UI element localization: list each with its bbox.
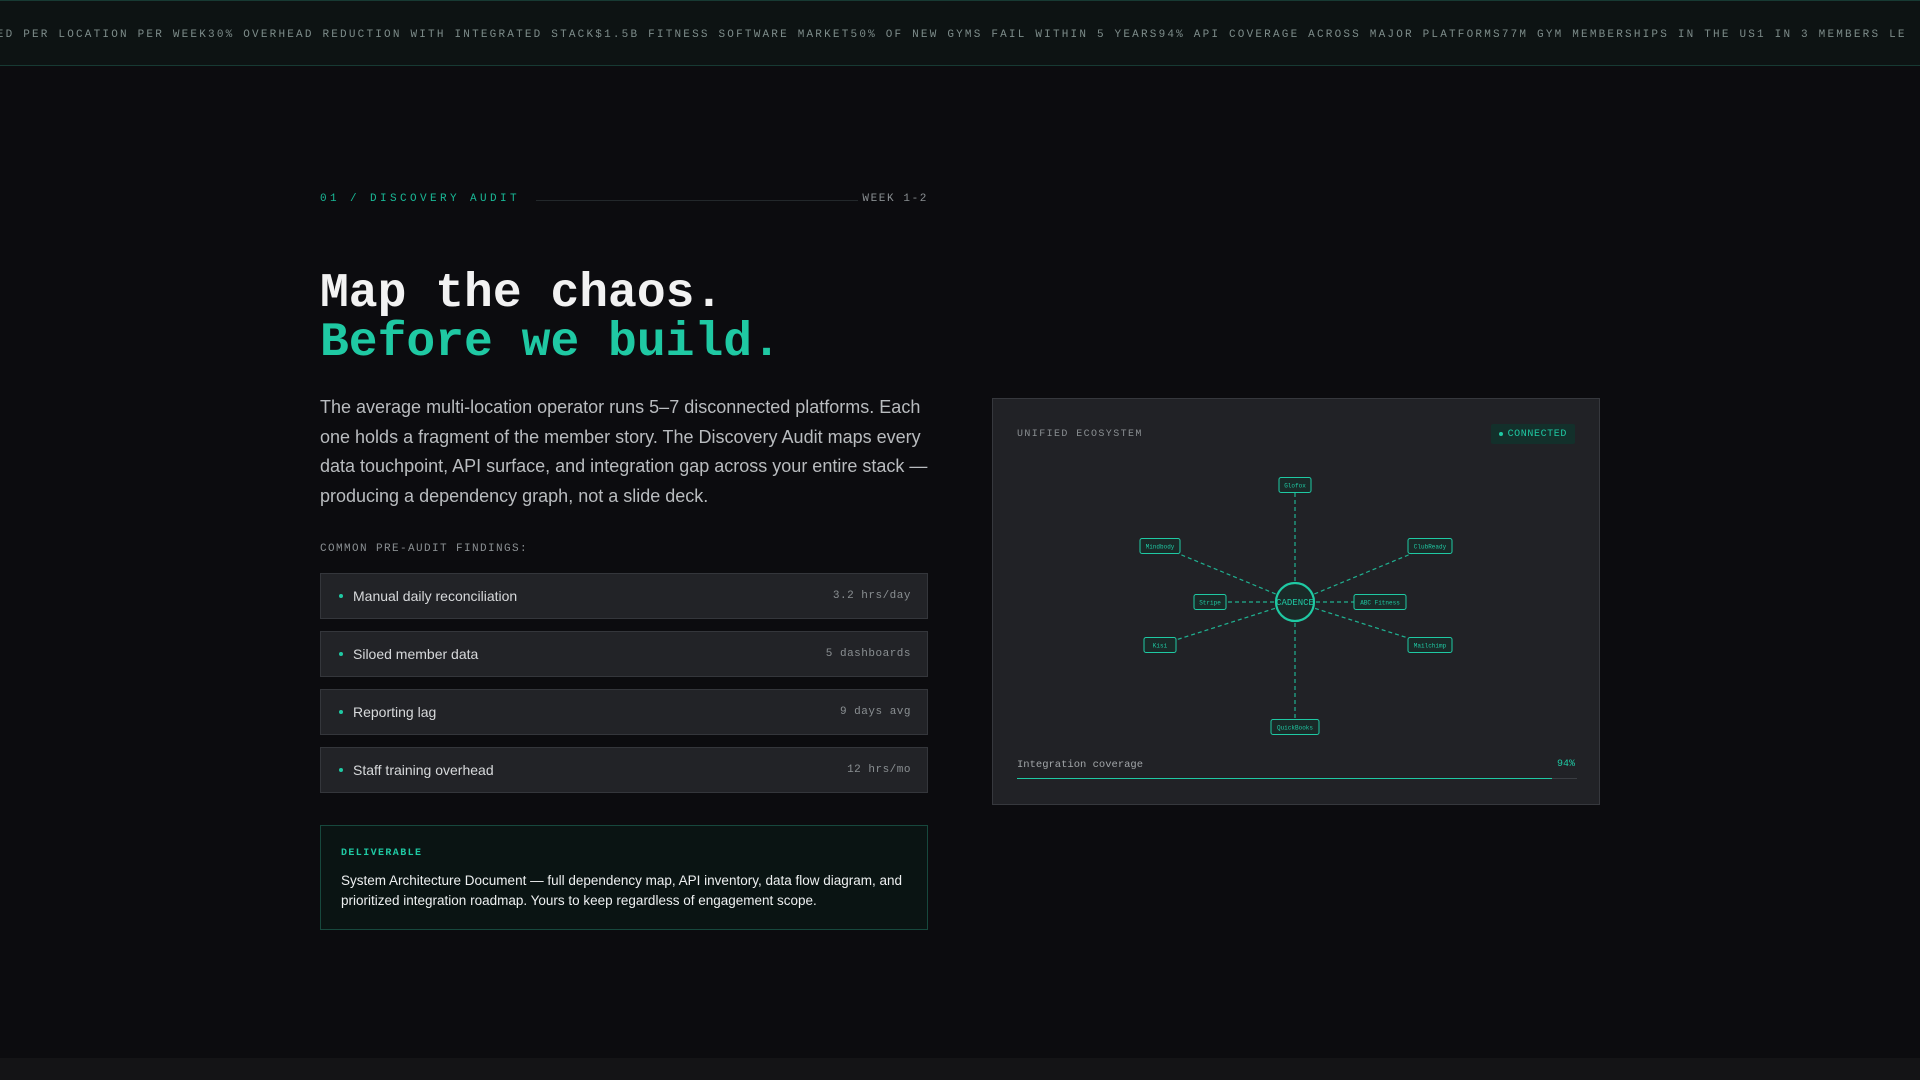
findings-label: COMMON PRE-AUDIT FINDINGS: bbox=[320, 543, 529, 555]
finding-item: Manual daily reconciliation 3.2 hrs/day bbox=[320, 573, 928, 619]
ecosystem-node: Mailchimp bbox=[1407, 637, 1453, 653]
node-label: Glofox bbox=[1284, 483, 1306, 490]
finding-name: Reporting lag bbox=[353, 704, 437, 720]
stats-ticker: VED PER LOCATION PER WEEK30% OVERHEAD RE… bbox=[0, 0, 1920, 66]
headline-line-2: Before we build. bbox=[320, 316, 781, 370]
ecosystem-node: ABC Fitness bbox=[1353, 594, 1407, 610]
hub-label: CADENCE bbox=[1276, 598, 1314, 608]
ticker-item: 77M GYM MEMBERSHIPS IN THE US bbox=[1501, 29, 1758, 41]
node-label: QuickBooks bbox=[1277, 725, 1313, 732]
node-label: ClubReady bbox=[1414, 544, 1447, 551]
bullet-icon bbox=[339, 594, 343, 598]
finding-name: Siloed member data bbox=[353, 646, 479, 662]
bullet-icon bbox=[339, 710, 343, 714]
bullet-icon bbox=[339, 768, 343, 772]
finding-metric: 9 days avg bbox=[839, 706, 911, 718]
coverage-bar-fill bbox=[1017, 778, 1552, 779]
intro-paragraph: The average multi-location operator runs… bbox=[320, 397, 928, 506]
ecosystem-node: Stripe bbox=[1193, 594, 1227, 610]
ticker-item: $1.5B FITNESS SOFTWARE MARKET bbox=[595, 29, 851, 41]
ecosystem-panel: UNIFIED ECOSYSTEM CONNECTED Glofox Mindbo… bbox=[992, 398, 1600, 805]
section-week: WEEK 1-2 bbox=[862, 193, 928, 205]
finding-item: Staff training overhead 12 hrs/mo bbox=[320, 747, 928, 793]
headline-line-1: Map the chaos. bbox=[320, 267, 724, 321]
connection-line bbox=[1159, 545, 1296, 603]
findings-list: Manual daily reconciliation 3.2 hrs/day … bbox=[320, 573, 928, 805]
section-label: 01 / DISCOVERY AUDIT bbox=[320, 193, 521, 205]
finding-item: Siloed member data 5 dashboards bbox=[320, 631, 928, 677]
finding-metric: 12 hrs/mo bbox=[847, 764, 911, 776]
connection-line bbox=[1159, 601, 1296, 646]
ticker-item: 50% OF NEW GYMS FAIL WITHIN 5 YEARS bbox=[850, 29, 1159, 41]
ticker-track: VED PER LOCATION PER WEEK30% OVERHEAD RE… bbox=[0, 29, 1907, 41]
coverage-bar bbox=[1017, 778, 1577, 779]
finding-name: Staff training overhead bbox=[353, 762, 494, 778]
node-label: Kisi bbox=[1153, 643, 1168, 650]
ticker-item: 94% API COVERAGE ACROSS MAJOR PLATFORMS bbox=[1158, 29, 1502, 41]
finding-name: Manual daily reconciliation bbox=[353, 588, 518, 604]
footer-strip bbox=[0, 1058, 1920, 1080]
ecosystem-node: Kisi bbox=[1143, 637, 1177, 653]
ecosystem-node: QuickBooks bbox=[1270, 719, 1320, 735]
ticker-item: 30% OVERHEAD REDUCTION WITH INTEGRATED S… bbox=[208, 29, 596, 41]
ticker-item: 1 IN 3 MEMBERS LE bbox=[1757, 29, 1907, 41]
ecosystem-node: Mindbody bbox=[1139, 538, 1181, 554]
deliverable-box: DELIVERABLE System Architecture Document… bbox=[320, 825, 928, 930]
finding-metric: 5 dashboards bbox=[825, 648, 911, 660]
finding-metric: 3.2 hrs/day bbox=[832, 590, 911, 602]
node-label: Stripe bbox=[1199, 600, 1221, 607]
node-label: Mindbody bbox=[1146, 544, 1175, 551]
ecosystem-diagram: Glofox Mindbody ClubReady Stripe ABC Fitness… bbox=[1139, 477, 1453, 735]
deliverable-text: System Architecture Document — full depe… bbox=[341, 873, 903, 908]
section-divider bbox=[536, 200, 858, 201]
deliverable-label: DELIVERABLE bbox=[341, 848, 423, 859]
page-title: Map the chaos. Before we build. bbox=[320, 270, 781, 368]
node-label: ABC Fitness bbox=[1360, 600, 1400, 607]
ecosystem-node: Glofox bbox=[1278, 477, 1312, 493]
finding-item: Reporting lag 9 days avg bbox=[320, 689, 928, 735]
coverage-label: Integration coverage bbox=[1017, 759, 1144, 771]
node-label: Mailchimp bbox=[1414, 643, 1447, 650]
ecosystem-node: ClubReady bbox=[1407, 538, 1453, 554]
coverage-value: 94% bbox=[1556, 759, 1575, 770]
section-header: 01 / DISCOVERY AUDIT WEEK 1-2 bbox=[320, 193, 928, 209]
ticker-item: VED PER LOCATION PER WEEK bbox=[0, 29, 209, 41]
bullet-icon bbox=[339, 652, 343, 656]
connection-line bbox=[1294, 545, 1431, 603]
